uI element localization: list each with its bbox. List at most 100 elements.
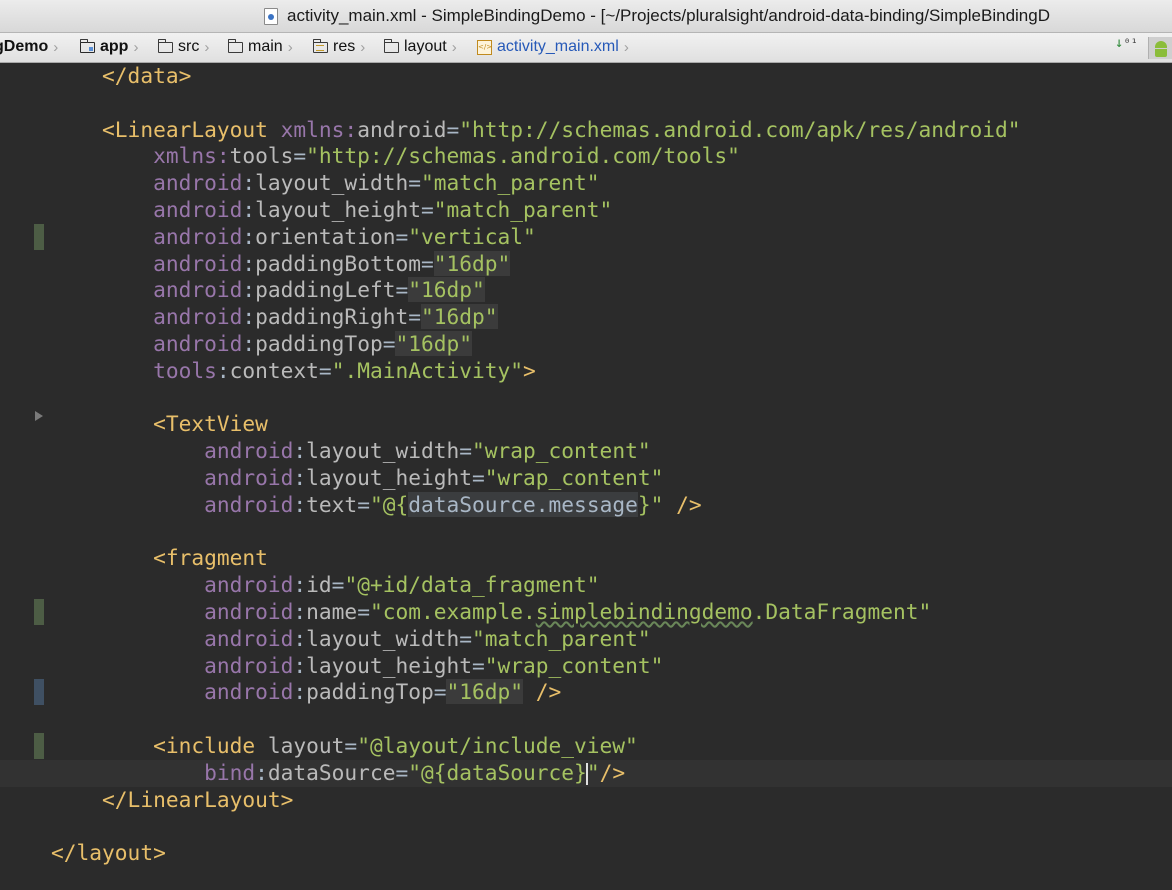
code-token: layout_height — [306, 652, 472, 678]
code-line-text: android:layout_height="match_parent" — [0, 197, 612, 224]
code-line[interactable]: xmlns:tools="http://schemas.android.com/… — [0, 143, 1172, 170]
code-token: = — [395, 759, 409, 785]
breadcrumb-layout[interactable]: layout › — [383, 38, 457, 56]
code-token: "@{dataSource} — [408, 759, 587, 785]
code-token: .DataFragment" — [752, 599, 932, 624]
code-token: android — [0, 223, 243, 249]
code-token: "16dp" — [420, 304, 498, 330]
code-token: layout_width — [306, 625, 460, 651]
breadcrumb-label: activity_main.xml — [497, 38, 619, 55]
code-line[interactable] — [0, 706, 1172, 733]
code-line[interactable]: <include layout="@layout/include_view" — [0, 733, 1172, 760]
android-icon[interactable] — [1148, 37, 1172, 59]
code-line[interactable]: android:layout_width="wrap_content" — [0, 438, 1172, 465]
breadcrumb-label: gDemo — [0, 38, 49, 55]
breadcrumb-main[interactable]: main › — [227, 38, 293, 56]
breadcrumb-project[interactable]: gDemo› — [0, 38, 58, 56]
breadcrumb-label: app — [100, 38, 129, 55]
code-line[interactable]: <LinearLayout xmlns:android="http://sche… — [0, 117, 1172, 144]
code-line[interactable]: android:paddingTop="16dp" /> — [0, 679, 1172, 706]
code-line-text: android:layout_height="wrap_content" — [0, 465, 663, 492]
code-editor[interactable]: </data> <LinearLayout xmlns:android="htt… — [0, 63, 1172, 890]
code-token: <TextView — [0, 411, 268, 437]
code-line[interactable]: android:layout_width="match_parent" — [0, 170, 1172, 197]
code-line-text: android:id="@+id/data_fragment" — [0, 572, 599, 599]
code-line[interactable]: <TextView — [0, 411, 1172, 438]
code-line[interactable]: bind:dataSource="@{dataSource}"/> — [0, 759, 1172, 787]
code-token: > — [523, 357, 536, 383]
code-line[interactable]: android:paddingRight="16dp" — [0, 304, 1172, 331]
code-token: : — [242, 223, 256, 249]
code-token: "http://schemas.android.com/apk/res/andr… — [459, 116, 1021, 142]
sort-icon[interactable]: ↓⁰¹ — [1115, 36, 1138, 50]
code-token: "@layout/include_view" — [357, 733, 638, 758]
code-line[interactable]: android:paddingBottom="16dp" — [0, 250, 1172, 278]
code-token: : — [293, 625, 307, 651]
code-token: paddingTop — [255, 331, 383, 356]
code-line[interactable] — [0, 90, 1172, 117]
code-token: : — [293, 491, 307, 517]
code-token: <include — [0, 733, 268, 758]
code-token: "http://schemas.android.com/tools" — [306, 143, 740, 169]
code-line[interactable] — [0, 385, 1172, 412]
code-token: android — [0, 304, 243, 330]
code-line[interactable]: android:id="@+id/data_fragment" — [0, 572, 1172, 599]
code-token: layout_width — [306, 438, 460, 464]
code-line-text: android:paddingBottom="16dp" — [0, 250, 511, 278]
code-line[interactable]: android:layout_height="wrap_content" — [0, 465, 1172, 492]
code-line[interactable]: android:paddingTop="16dp" — [0, 331, 1172, 358]
code-line-text: android:paddingRight="16dp" — [0, 304, 498, 331]
code-line-text: <fragment — [0, 545, 268, 572]
code-token: : — [242, 304, 256, 330]
code-line-text: android:orientation="vertical" — [0, 224, 536, 251]
code-line[interactable]: android:text="@{dataSource.message}" /> — [0, 491, 1172, 519]
code-line-text: bind:dataSource="@{dataSource}"/> — [0, 760, 625, 787]
code-line[interactable] — [0, 519, 1172, 546]
code-token: /> — [599, 759, 626, 785]
code-line-text: android:layout_width="match_parent" — [0, 626, 651, 653]
code-line-text: android:paddingLeft="16dp" — [0, 277, 485, 304]
code-line[interactable]: </data> — [0, 63, 1172, 90]
code-token: = — [459, 625, 472, 651]
code-line[interactable]: android:layout_height="wrap_content" — [0, 653, 1172, 680]
breadcrumb-src[interactable]: src › — [157, 38, 209, 56]
code-line-text: </data> — [0, 63, 191, 90]
code-line[interactable]: </layout> — [0, 840, 1172, 867]
code-line[interactable]: tools:context=".MainActivity"> — [0, 358, 1172, 385]
code-token: : — [255, 759, 268, 785]
code-line[interactable]: </LinearLayout> — [0, 787, 1172, 814]
code-token: : — [293, 438, 307, 464]
code-token: id — [306, 572, 332, 598]
breadcrumb-app[interactable]: app › — [79, 38, 139, 56]
code-line-text: android:layout_height="wrap_content" — [0, 653, 663, 680]
code-line-text: android:text="@{dataSource.message}" /> — [0, 491, 702, 519]
code-line[interactable]: android:layout_width="match_parent" — [0, 626, 1172, 653]
code-token: : — [293, 652, 307, 678]
code-line[interactable]: android:orientation="vertical" — [0, 224, 1172, 251]
breadcrumb-separator-icon: › — [451, 38, 457, 56]
code-line-text: android:layout_width="wrap_content" — [0, 438, 651, 465]
code-token: = — [357, 599, 370, 624]
folder-icon — [157, 38, 173, 53]
code-line[interactable]: android:name="com.example.simplebindingd… — [0, 599, 1172, 626]
code-line[interactable]: android:layout_height="match_parent" — [0, 197, 1172, 224]
code-token: paddingRight — [255, 304, 409, 330]
code-token: android — [0, 250, 243, 276]
code-line[interactable]: android:paddingLeft="16dp" — [0, 277, 1172, 304]
breadcrumb-separator-icon: › — [133, 38, 139, 56]
code-token: android — [0, 652, 294, 678]
code-token: </data> — [0, 63, 192, 88]
code-line-text: xmlns:tools="http://schemas.android.com/… — [0, 143, 740, 170]
window-title: activity_main.xml - SimpleBindingDemo - … — [287, 6, 1050, 25]
code-token: "16dp" — [433, 250, 511, 276]
code-token: layout_height — [255, 197, 421, 222]
code-token: : — [242, 331, 256, 356]
code-token: "wrap_content" — [484, 652, 664, 678]
code-line-text: tools:context=".MainActivity"> — [0, 358, 536, 385]
breadcrumb-res[interactable]: res › — [312, 38, 365, 56]
breadcrumb-activity-main-xml[interactable]: activity_main.xml› — [477, 38, 629, 56]
breadcrumb-label: layout — [404, 38, 447, 55]
resources-folder-icon — [312, 38, 328, 53]
code-line[interactable]: <fragment — [0, 545, 1172, 572]
code-line[interactable] — [0, 813, 1172, 840]
